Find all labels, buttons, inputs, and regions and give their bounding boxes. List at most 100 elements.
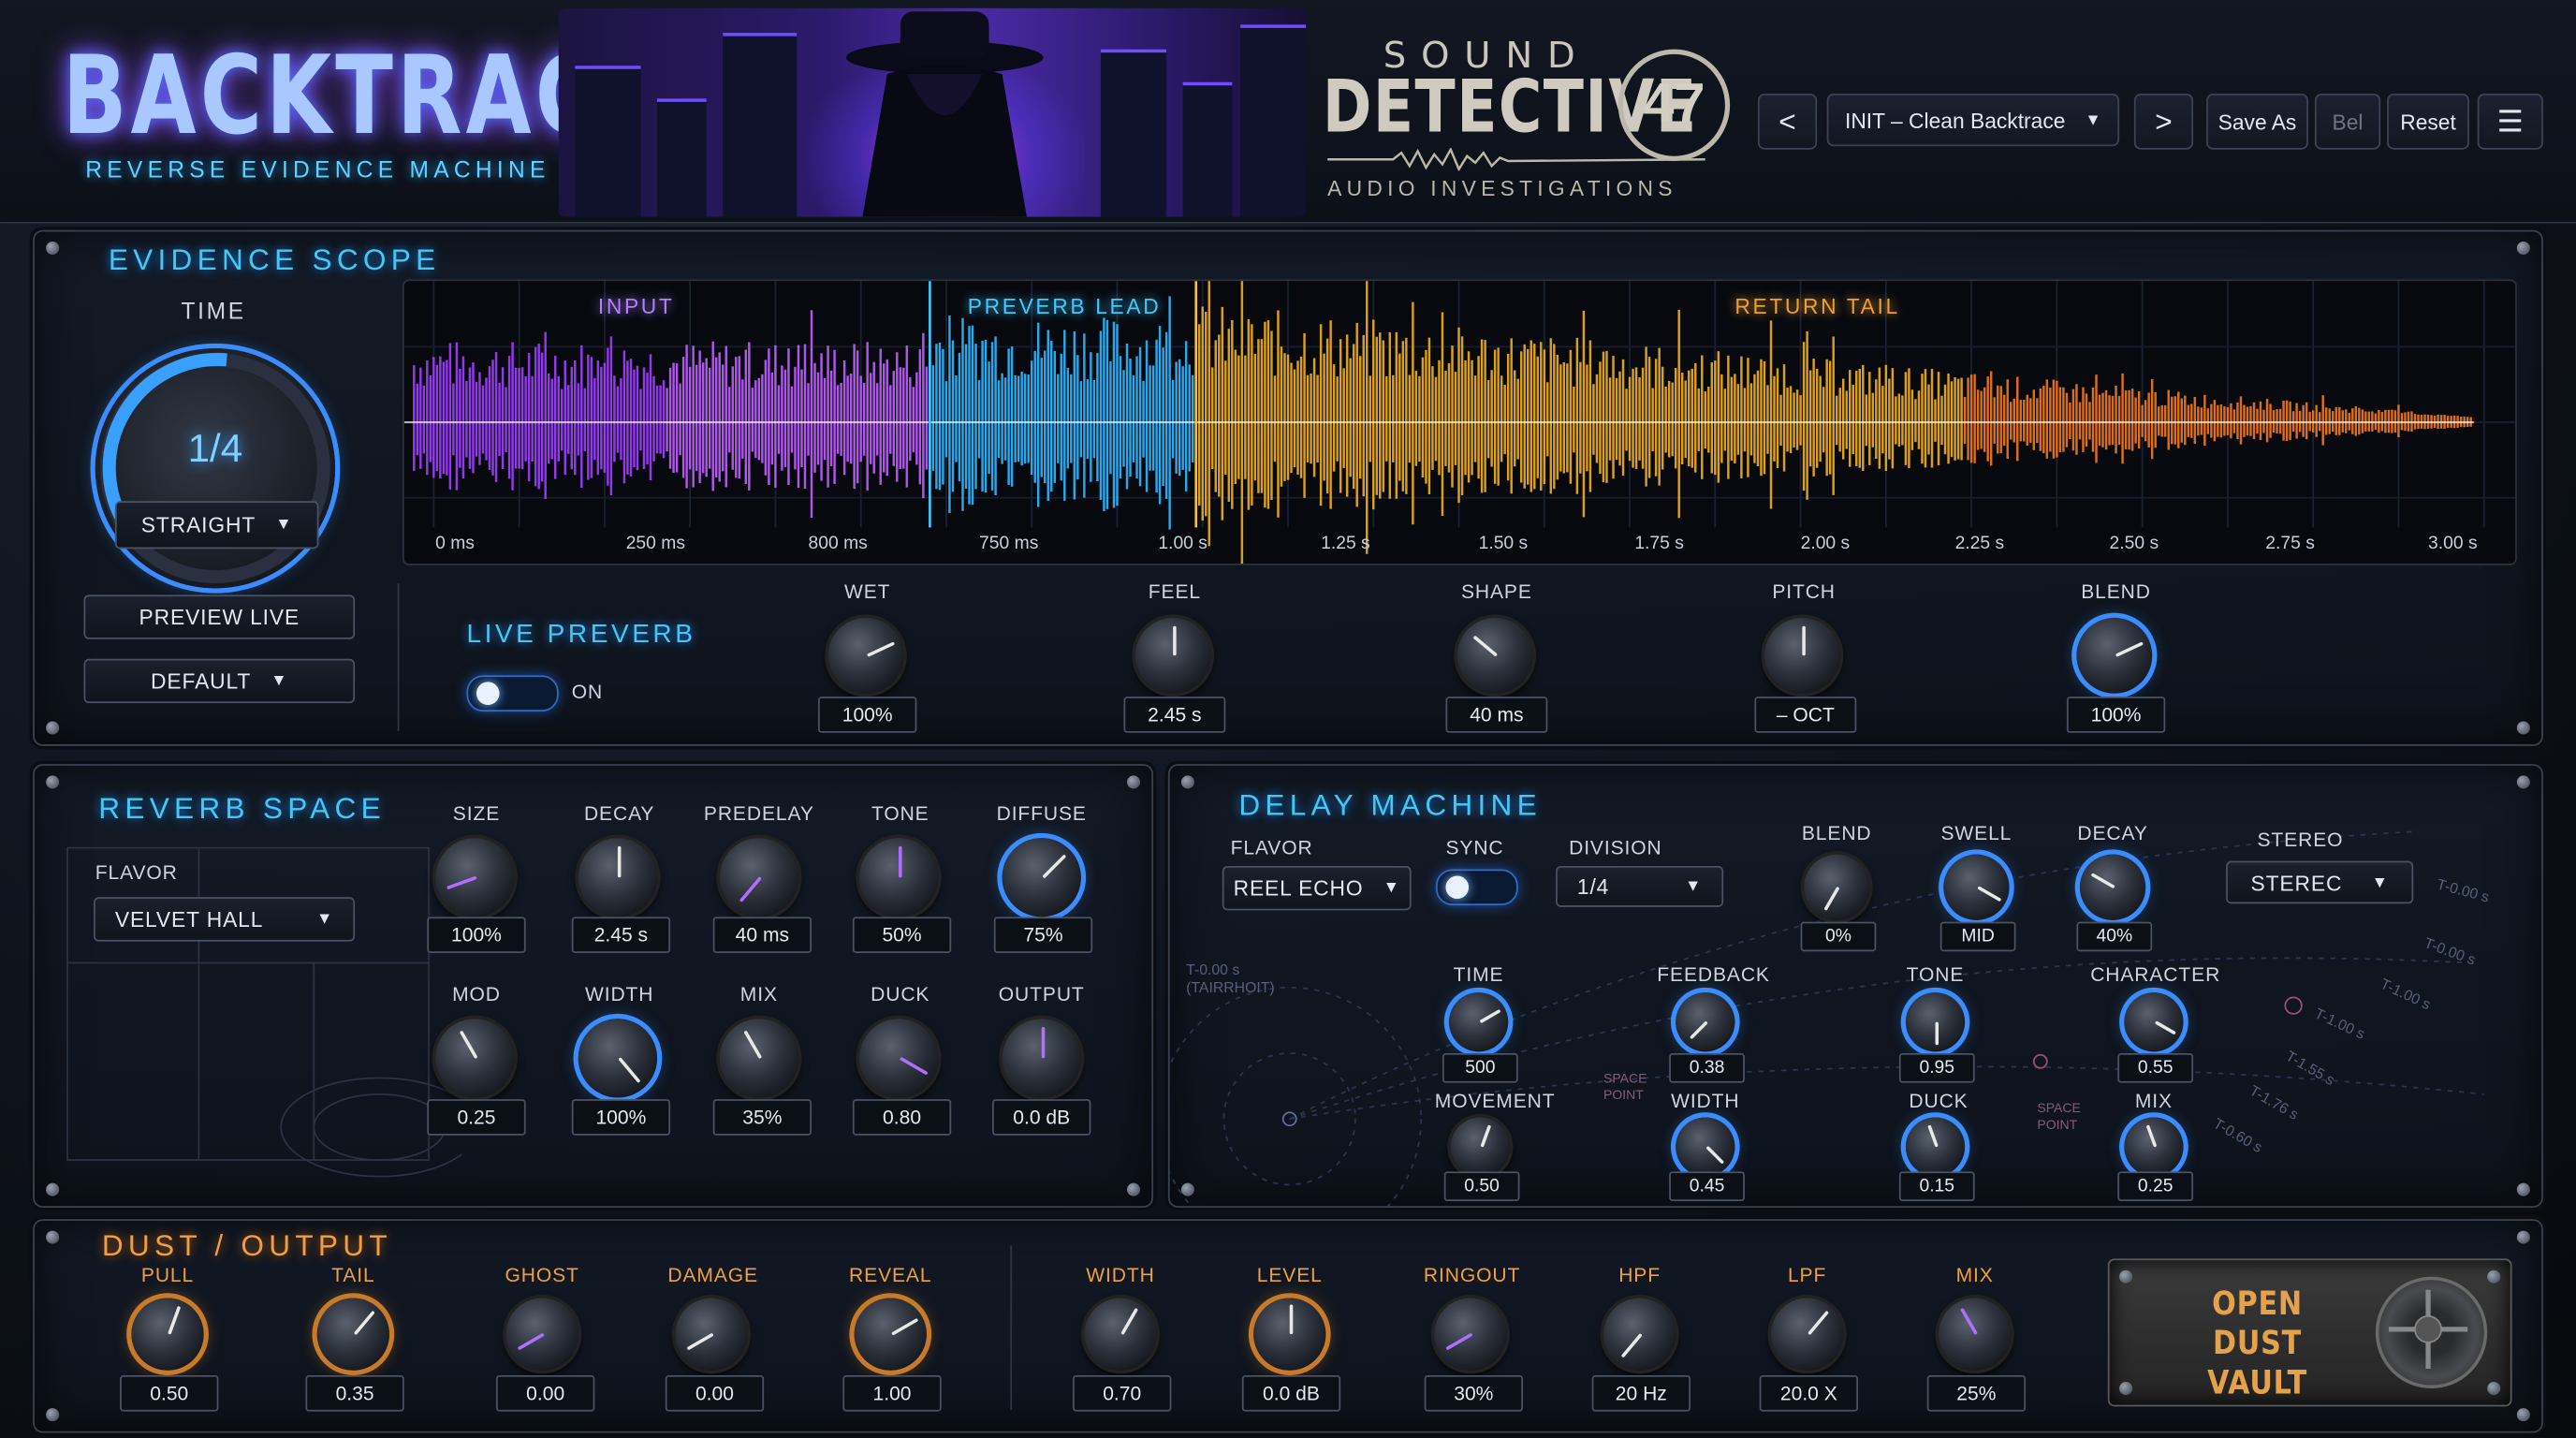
- duck-value[interactable]: 0.80: [852, 1099, 952, 1136]
- delay-decay-knob[interactable]: [2079, 854, 2146, 920]
- output-value[interactable]: 0.0 dB: [992, 1099, 1091, 1136]
- diffuse-value[interactable]: 75%: [993, 917, 1093, 953]
- ringout-value[interactable]: 30%: [1424, 1375, 1523, 1412]
- delay-mix-knob[interactable]: [2124, 1117, 2184, 1177]
- next-preset-button[interactable]: >: [2133, 94, 2194, 150]
- lpf-value[interactable]: 20.0 X: [1759, 1375, 1859, 1412]
- mix-label: MIX: [739, 982, 778, 1006]
- sync-toggle[interactable]: [1435, 869, 1518, 906]
- mix-value[interactable]: 35%: [712, 1099, 812, 1136]
- delay-mix-value[interactable]: 0.25: [2117, 1171, 2194, 1201]
- bel-button[interactable]: Bel: [2314, 94, 2381, 150]
- delay-tone-knob[interactable]: [1905, 992, 1966, 1052]
- division-dropdown[interactable]: 1/4 ▼: [1556, 865, 1724, 907]
- lpf-knob[interactable]: [1770, 1298, 1844, 1371]
- size-value[interactable]: 100%: [427, 917, 526, 953]
- hpf-knob[interactable]: [1603, 1298, 1676, 1371]
- tail-value[interactable]: 0.35: [305, 1375, 404, 1412]
- predelay-value[interactable]: 40 ms: [712, 917, 812, 953]
- delay-machine-title: DELAY MACHINE: [1238, 788, 1542, 822]
- mod-value[interactable]: 0.25: [427, 1099, 526, 1136]
- decay-knob[interactable]: [578, 838, 658, 917]
- blend-knob[interactable]: [2076, 617, 2153, 694]
- movement-knob[interactable]: [1450, 1117, 1510, 1177]
- damage-knob[interactable]: [675, 1298, 748, 1371]
- delay-decay-value[interactable]: 40%: [2076, 921, 2153, 952]
- tail-knob[interactable]: [316, 1298, 389, 1371]
- time-knob[interactable]: 1/4: [95, 348, 336, 589]
- size-knob[interactable]: [435, 838, 515, 917]
- tone-value[interactable]: 50%: [852, 917, 952, 953]
- detective-hero-image: [558, 7, 1307, 217]
- decay-value[interactable]: 2.45 s: [571, 917, 671, 953]
- reset-button[interactable]: Reset: [2387, 94, 2469, 150]
- swell-knob[interactable]: [1943, 854, 2010, 920]
- preset-selector[interactable]: INIT – Clean Backtrace ▼: [1826, 94, 2120, 147]
- out-mix-knob[interactable]: [1939, 1298, 2012, 1371]
- level-knob[interactable]: [1253, 1298, 1326, 1371]
- save-as-button[interactable]: Save As: [2206, 94, 2308, 150]
- reveal-value[interactable]: 1.00: [842, 1375, 942, 1412]
- pull-value[interactable]: 0.50: [120, 1375, 219, 1412]
- pull-knob[interactable]: [131, 1298, 204, 1371]
- delay-width-value[interactable]: 0.45: [1669, 1171, 1745, 1201]
- width-knob[interactable]: [578, 1019, 658, 1098]
- delay-duck-knob[interactable]: [1905, 1117, 1966, 1177]
- mix-knob[interactable]: [719, 1019, 798, 1098]
- feel-value[interactable]: 2.45 s: [1123, 697, 1226, 733]
- mod-label: MOD: [452, 982, 501, 1006]
- feedback-value[interactable]: 0.38: [1669, 1053, 1745, 1083]
- ghost-value[interactable]: 0.00: [496, 1375, 595, 1412]
- wet-value[interactable]: 100%: [818, 697, 917, 733]
- open-dust-vault-button[interactable]: OPEN DUST VAULT: [2107, 1258, 2512, 1407]
- delay-time-knob[interactable]: [1448, 992, 1509, 1052]
- delay-blend-value[interactable]: 0%: [1800, 921, 1877, 952]
- level-value[interactable]: 0.0 dB: [1241, 1375, 1341, 1412]
- default-dropdown[interactable]: DEFAULT ▼: [83, 658, 356, 704]
- ghost-knob[interactable]: [505, 1298, 578, 1371]
- wet-knob[interactable]: [827, 617, 904, 694]
- damage-value[interactable]: 0.00: [665, 1375, 765, 1412]
- diffuse-knob[interactable]: [1002, 838, 1081, 917]
- time-mode-dropdown[interactable]: STRAIGHT ▼: [114, 501, 319, 550]
- out-width-knob[interactable]: [1084, 1298, 1157, 1371]
- reveal-knob[interactable]: [854, 1298, 927, 1371]
- delay-duck-value[interactable]: 0.15: [1898, 1171, 1975, 1201]
- mod-knob[interactable]: [435, 1019, 515, 1098]
- prev-preset-button[interactable]: <: [1757, 94, 1818, 150]
- out-width-value[interactable]: 0.70: [1073, 1375, 1172, 1412]
- pitch-knob[interactable]: [1764, 617, 1840, 694]
- blend-value[interactable]: 100%: [2066, 697, 2166, 733]
- movement-value[interactable]: 0.50: [1443, 1171, 1520, 1201]
- duck-knob[interactable]: [858, 1019, 939, 1098]
- output-knob[interactable]: [1002, 1019, 1081, 1098]
- delay-width-knob[interactable]: [1676, 1117, 1735, 1177]
- hpf-value[interactable]: 20 Hz: [1591, 1375, 1690, 1412]
- swell-value[interactable]: MID: [1939, 921, 2016, 952]
- character-knob[interactable]: [2124, 992, 2184, 1052]
- predelay-knob[interactable]: [719, 838, 798, 917]
- stereo-dropdown[interactable]: STEREC ▼: [2226, 860, 2414, 904]
- shape-value[interactable]: 40 ms: [1445, 697, 1548, 733]
- reverb-flavor-dropdown[interactable]: VELVET HALL ▼: [94, 897, 356, 942]
- delay-width-label: WIDTH: [1671, 1089, 1740, 1113]
- shape-knob[interactable]: [1456, 617, 1533, 694]
- plugin-window: BACKTRACE REVERSE EVIDENCE MACHINE SOUND…: [0, 0, 2576, 1438]
- tone-label: TONE: [871, 801, 929, 826]
- character-value[interactable]: 0.55: [2117, 1053, 2194, 1083]
- feedback-knob[interactable]: [1676, 992, 1735, 1052]
- tone-knob[interactable]: [858, 838, 939, 917]
- logo-waveform-icon: [1327, 147, 1705, 171]
- out-mix-value[interactable]: 25%: [1926, 1375, 2027, 1412]
- feel-knob[interactable]: [1134, 617, 1211, 694]
- delay-blend-knob[interactable]: [1804, 854, 1870, 920]
- menu-button[interactable]: ☰: [2477, 94, 2543, 150]
- live-preverb-toggle[interactable]: [466, 675, 559, 712]
- delay-tone-value[interactable]: 0.95: [1898, 1053, 1975, 1083]
- ringout-knob[interactable]: [1434, 1298, 1507, 1371]
- preview-live-button[interactable]: PREVIEW LIVE: [83, 594, 356, 639]
- width-value[interactable]: 100%: [571, 1099, 671, 1136]
- delay-flavor-dropdown[interactable]: REEL ECHO ▼: [1222, 865, 1412, 911]
- pitch-value[interactable]: – OCT: [1754, 697, 1857, 733]
- delay-time-value[interactable]: 500: [1442, 1053, 1518, 1083]
